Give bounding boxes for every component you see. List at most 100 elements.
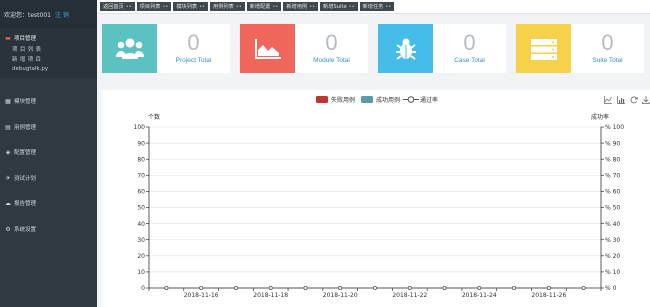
legend-label: 成功用例 <box>376 96 400 104</box>
folder-icon: ▬ <box>5 34 11 42</box>
tab-module-list[interactable]: 模块列表 •• <box>173 2 209 11</box>
legend-swatch <box>361 96 373 103</box>
y-tick-label: 80 <box>137 156 145 163</box>
pass-rate-point <box>164 285 169 290</box>
tab-add-suite[interactable]: 新增Suite •• <box>320 2 358 11</box>
tab-project-list[interactable]: 项目列表 •• <box>136 2 172 11</box>
card-case-total[interactable]: 0 Case Total <box>378 24 506 73</box>
pass-rate-point <box>338 285 343 290</box>
pass-rate-point <box>546 285 551 290</box>
download-icon[interactable] <box>642 96 650 106</box>
x-tick-label: 2018-11-26 <box>531 292 566 299</box>
x-tick-label: 2018-11-22 <box>392 292 427 299</box>
y-tick-label: 90 <box>137 140 145 147</box>
pass-rate-point <box>477 285 482 290</box>
close-icon[interactable]: •• <box>236 4 242 10</box>
sidebar-item-case[interactable]: ▤ 用例管理 <box>0 121 97 133</box>
user-bar: 欢迎您：test001 注 销 <box>0 0 97 28</box>
grid-icon: ▦ <box>5 97 11 105</box>
module-count: 0 <box>325 30 338 55</box>
project-menu-group: ▬ 项目管理 项 目 列 表 新 增 项 目 debugtalk.py <box>0 28 97 78</box>
pass-rate-point <box>407 285 412 290</box>
legend-swatch <box>316 96 328 103</box>
suite-total-label: Suite Total <box>592 57 623 64</box>
chart-panel: 失败用例 成功用例 通过率 个数 成功率 0 % 0 10 % 10 20 % 20 30 % 30 40… <box>101 90 650 307</box>
y-tick-label-right: % 70 <box>605 173 620 180</box>
bug-icon <box>378 24 433 73</box>
tab-add-case[interactable]: 新增用例 •• <box>283 2 319 11</box>
x-tick-label: 2018-11-18 <box>253 292 288 299</box>
tag-icon: ◈ <box>5 148 11 156</box>
list-icon: ▤ <box>5 123 11 131</box>
line-chart-icon[interactable] <box>604 96 612 106</box>
close-icon[interactable]: •• <box>199 4 205 10</box>
y-tick-label-right: % 80 <box>605 156 620 163</box>
pass-rate-point <box>233 285 238 290</box>
close-icon[interactable]: •• <box>309 4 315 10</box>
card-project-total[interactable]: 0 Project Total <box>102 24 230 73</box>
sidebar-item-label: 配置管理 <box>14 150 37 156</box>
y-tick-label-right: % 100 <box>605 124 624 131</box>
sidebar-item-report[interactable]: ☁ 报告管理 <box>0 197 97 209</box>
tab-bar: 返回首页 •• 项目列表 •• 模块列表 •• 用例列表 •• 新增配置 •• 新增用例 •… <box>97 0 650 14</box>
tab-home[interactable]: 返回首页 •• <box>100 2 135 11</box>
y-tick-label-right: % 60 <box>605 189 620 196</box>
tab-add-task[interactable]: 新增任务 •• <box>359 2 395 11</box>
y-axis-title-right: 成功率 <box>591 113 609 121</box>
sidebar-item-label: 测试计划 <box>14 176 37 182</box>
y-tick-label-right: % 0 <box>605 285 617 292</box>
legend-label: 失败用例 <box>331 96 355 104</box>
sidebar-item-project[interactable]: ▬ 项目管理 <box>0 32 97 44</box>
trend-chart: 失败用例 成功用例 通过率个数 成功率 0 % 0 10 % 10 20 % 20 30 % 30 40… <box>134 96 624 299</box>
legend-marker <box>407 96 415 103</box>
sidebar-item-label: 系统设置 <box>14 227 37 233</box>
y-tick-label: 40 <box>137 221 145 228</box>
y-tick-label-right: % 50 <box>605 205 620 212</box>
case-count: 0 <box>463 30 476 55</box>
tab-case-list[interactable]: 用例列表 •• <box>210 2 245 11</box>
y-tick-label: 0 <box>141 285 145 292</box>
sidebar-item-settings[interactable]: ⚙ 系统设置 <box>0 223 97 235</box>
y-tick-label-right: % 30 <box>605 237 620 244</box>
close-icon[interactable]: •• <box>272 4 278 10</box>
y-tick-label: 50 <box>137 205 145 212</box>
pass-rate-point <box>199 285 204 290</box>
card-suite-total[interactable]: 0 Suite Total <box>516 24 644 73</box>
tab-add-config[interactable]: 新增配置 •• <box>246 2 282 11</box>
y-tick-label: 100 <box>134 124 146 131</box>
y-tick-label-right: % 90 <box>605 140 620 147</box>
sidebar-subitem-add-project[interactable]: 新 增 项 目 <box>0 54 97 64</box>
case-total-label: Case Total <box>454 57 485 64</box>
pass-rate-point <box>581 285 586 290</box>
sidebar-subitem-debugtalk[interactable]: debugtalk.py <box>0 64 97 74</box>
pass-rate-point <box>442 285 447 290</box>
close-icon[interactable]: •• <box>385 4 391 10</box>
bar-chart-icon[interactable] <box>617 96 625 106</box>
server-icon <box>516 24 571 73</box>
area-chart-icon <box>240 24 295 73</box>
suite-count: 0 <box>601 30 614 55</box>
y-tick-label: 20 <box>137 253 145 260</box>
y-tick-label: 70 <box>137 173 145 180</box>
card-module-total[interactable]: 0 Module Total <box>240 24 368 73</box>
gears-icon: ⚙ <box>5 225 11 233</box>
sidebar-item-config[interactable]: ◈ 配置管理 <box>0 146 97 158</box>
sidebar-item-plan[interactable]: ✈ 测试计划 <box>0 172 97 184</box>
pass-rate-point <box>512 285 517 290</box>
project-count: 0 <box>187 30 200 55</box>
x-tick-label: 2018-11-16 <box>184 292 219 299</box>
sidebar-subitem-project-list[interactable]: 项 目 列 表 <box>0 44 97 54</box>
y-axis-title-left: 个数 <box>148 113 160 121</box>
pass-rate-point <box>303 285 308 290</box>
sidebar-item-module[interactable]: ▦ 模块管理 <box>0 95 97 107</box>
logout-link[interactable]: 注 销 <box>55 10 69 19</box>
close-icon[interactable]: •• <box>162 4 168 10</box>
close-icon[interactable]: •• <box>349 4 355 10</box>
pass-rate-point <box>372 285 377 290</box>
welcome-text: 欢迎您：test001 <box>4 11 51 19</box>
y-tick-label-right: % 20 <box>605 253 620 260</box>
sidebar-item-label: 报告管理 <box>14 201 37 207</box>
sidebar-item-label: 用例管理 <box>14 125 37 131</box>
refresh-icon[interactable] <box>630 96 638 106</box>
close-icon[interactable]: •• <box>126 4 132 10</box>
